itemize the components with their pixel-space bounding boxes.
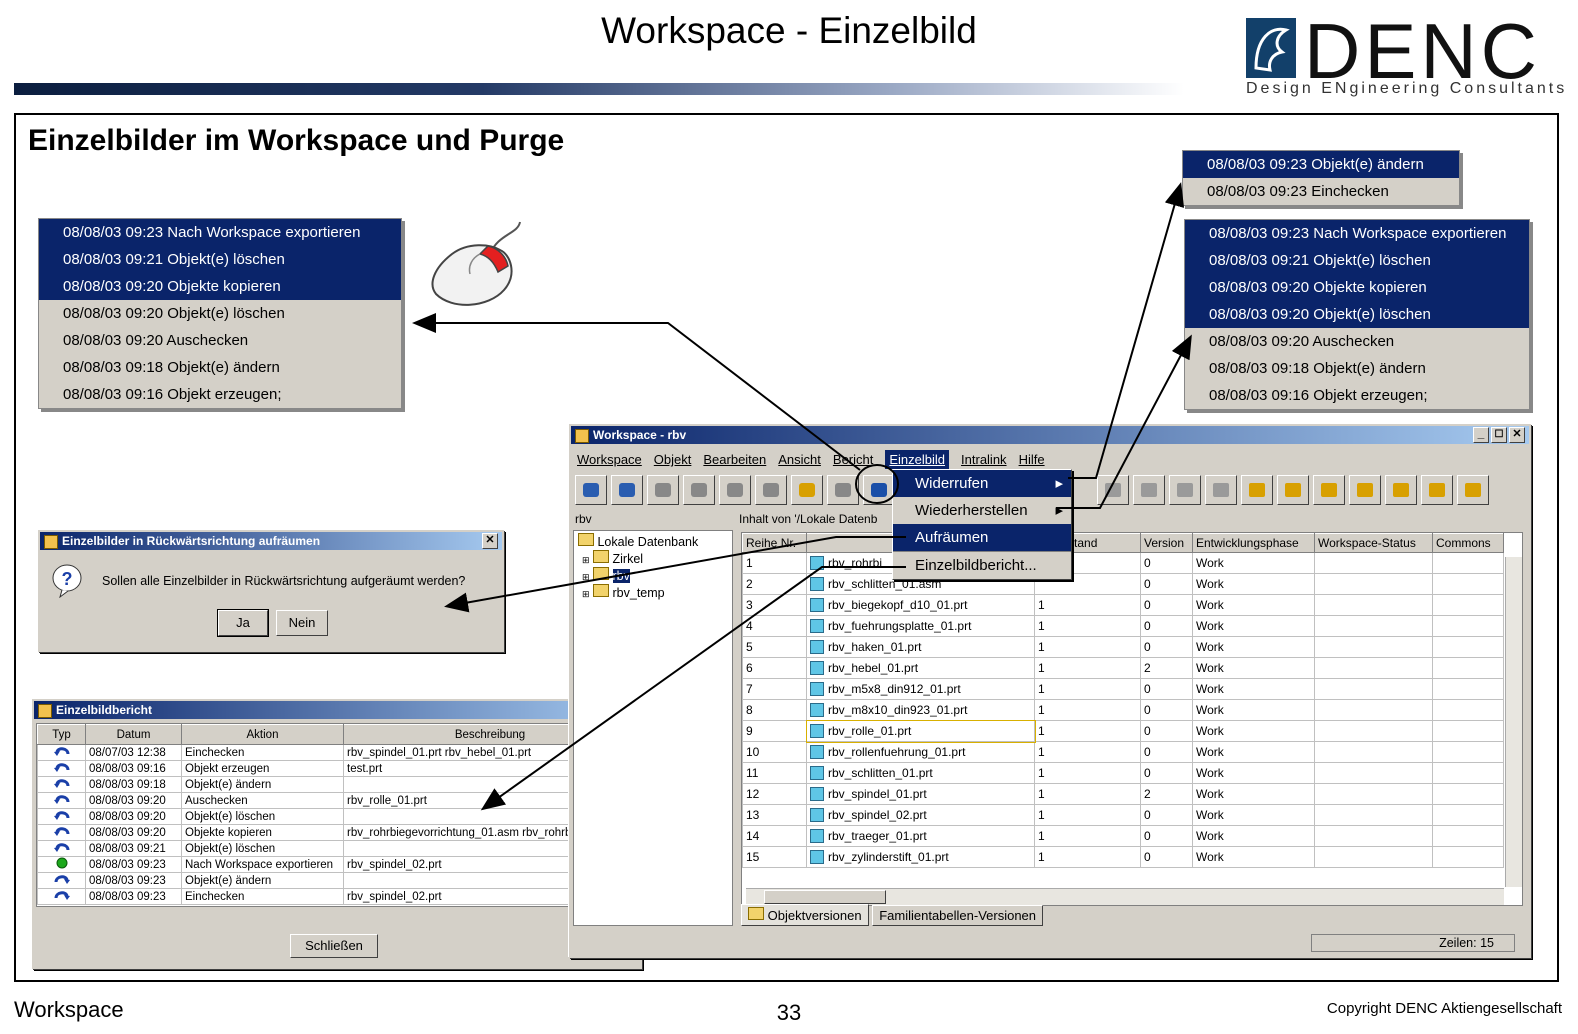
annotation-overlay [412, 182, 1192, 811]
arrow-to-report [480, 566, 906, 811]
highlight-circle [855, 464, 899, 504]
arrow-to-top-right-history [1068, 182, 1185, 479]
arrow-to-right-history [1056, 334, 1192, 509]
arrow-to-left-history [412, 313, 861, 471]
copyright: Copyright DENC Aktiengesellschaft [1326, 1000, 1562, 1017]
arrow-to-dialog [444, 536, 906, 613]
